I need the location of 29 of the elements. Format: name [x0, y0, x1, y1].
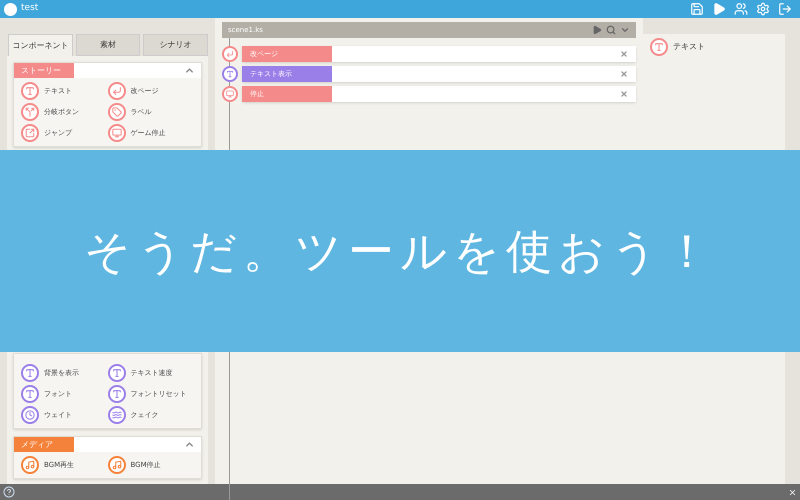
letter-icon — [650, 38, 668, 56]
exit-icon[interactable] — [778, 2, 792, 16]
music-icon — [108, 456, 126, 474]
letter-icon — [222, 66, 238, 82]
selected-component[interactable]: テキスト — [650, 38, 778, 56]
help-icon[interactable] — [3, 486, 15, 498]
save-icon[interactable] — [690, 2, 704, 16]
letter-icon — [21, 82, 39, 100]
section-title: メディア — [14, 437, 74, 452]
section-title: ストーリー — [14, 63, 74, 78]
play-icon[interactable] — [712, 2, 726, 16]
play-icon[interactable] — [592, 25, 602, 35]
screen-icon — [108, 124, 126, 142]
dropdown-icon[interactable] — [620, 25, 630, 35]
tag-icon — [108, 103, 126, 121]
banner-text: そうだ。ツールを使おう！ — [84, 222, 716, 280]
close-icon[interactable] — [620, 70, 628, 78]
search-icon[interactable] — [606, 25, 616, 35]
music-icon — [21, 456, 39, 474]
logo-icon — [4, 2, 17, 16]
panel-tab[interactable]: コンポーネント — [8, 34, 73, 56]
close-icon[interactable] — [620, 90, 628, 98]
app-title: test — [21, 2, 38, 16]
people-icon[interactable] — [734, 2, 748, 16]
settings-icon[interactable] — [756, 2, 770, 16]
screen-icon — [222, 86, 238, 102]
panel-tab[interactable]: シナリオ — [143, 34, 208, 56]
close-icon[interactable] — [620, 50, 628, 58]
panel-tab[interactable]: 素材 — [76, 34, 140, 56]
